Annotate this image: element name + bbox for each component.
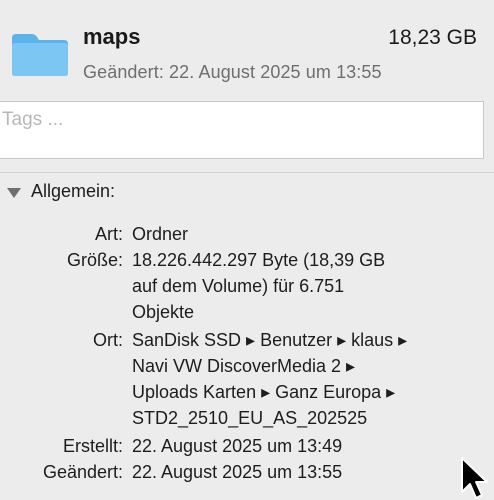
folder-icon	[12, 34, 68, 76]
size-value: 18.226.442.297 Byte (18,39 GB auf dem Vo…	[132, 247, 472, 325]
kind-value-text: Ordner	[132, 224, 189, 244]
section-title: Allgemein:	[31, 181, 116, 201]
mouse-pointer-icon	[461, 457, 488, 499]
created-value: 22. August 2025 um 13:49	[132, 433, 472, 459]
size-value-line: Objekte	[132, 302, 195, 322]
tags-field[interactable]	[0, 101, 484, 159]
kind-value: Ordner	[132, 221, 472, 247]
path-line: SanDisk SSD ▸ Benutzer ▸ klaus ▸	[132, 330, 408, 350]
modified-value: 22. August 2025 um 13:55	[132, 459, 472, 485]
created-label: Erstellt:	[62, 436, 123, 456]
kind-label: Art:	[94, 224, 123, 244]
path-line: Navi VW DiscoverMedia 2 ▸	[132, 356, 356, 376]
tags-input[interactable]	[0, 108, 474, 132]
section-divider	[0, 172, 494, 173]
file-name: maps	[83, 24, 141, 49]
general-section-header[interactable]: Allgemein:	[7, 181, 115, 202]
header-modified-date: Geändert: 22. August 2025 um 13:55	[83, 62, 382, 82]
file-size: 18,23 GB	[388, 26, 477, 49]
path-line: STD2_2510_EU_AS_202525	[132, 408, 368, 428]
created-value-text: 22. August 2025 um 13:49	[132, 436, 343, 456]
path-line: Uploads Karten ▸ Ganz Europa ▸	[132, 382, 396, 402]
modified-label: Geändert:	[42, 462, 123, 482]
size-value-line: 18.226.442.297 Byte (18,39 GB	[132, 250, 386, 270]
disclosure-triangle-down-icon[interactable]	[7, 187, 21, 198]
where-label: Ort:	[93, 330, 123, 350]
info-header: maps 18,23 GB Geändert: 22. August 2025 …	[0, 0, 494, 96]
where-value: SanDisk SSD ▸ Benutzer ▸ klaus ▸ Navi VW…	[132, 327, 472, 431]
modified-value-text: 22. August 2025 um 13:55	[132, 462, 343, 482]
size-label: Größe:	[66, 250, 123, 270]
size-value-line: auf dem Volume) für 6.751	[132, 276, 345, 296]
